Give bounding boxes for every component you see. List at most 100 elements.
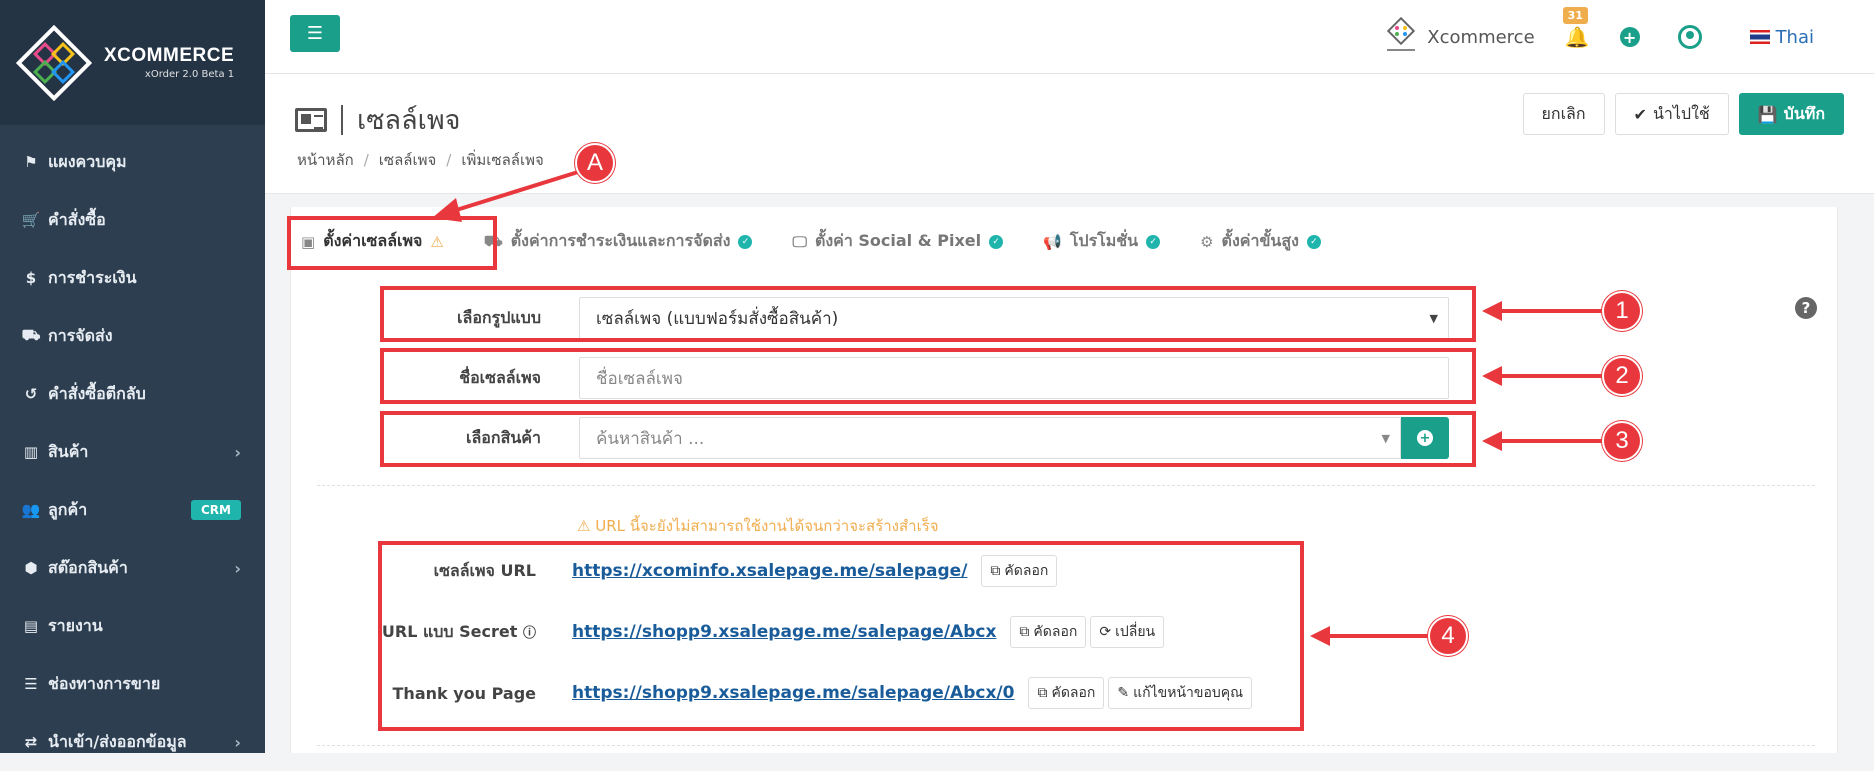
tab-label: โปรโมชั่น: [1069, 231, 1139, 250]
divider: [317, 745, 1815, 746]
add-circle-button[interactable]: +: [1619, 27, 1640, 47]
annotation-label-3: 3: [1602, 421, 1642, 461]
tab-label: ตั้งค่าขั้นสูง: [1221, 231, 1299, 250]
sidebar-item-products[interactable]: ▥ สินค้า ›: [0, 423, 265, 481]
check-circle-icon: ✓: [1306, 234, 1321, 249]
sidebar-item-label: ลูกค้า: [48, 499, 88, 519]
annotation-arrow-1: [1482, 301, 1608, 321]
sidebar-menu: ⚑ แผงควบคุม 🛒 คำสั่งซื้อ $ การชำระเงิน ⛟ การ…: [0, 133, 265, 771]
sidebar-toggle-button[interactable]: ☰: [290, 15, 340, 52]
sidebar-item-label: สินค้า: [48, 441, 89, 461]
annotation-label-2: 2: [1602, 356, 1642, 396]
brand-version: xOrder 2.0 Beta 1: [144, 69, 235, 80]
bell-icon: 🔔: [1564, 25, 1590, 49]
sidebar-item-label: นำเข้า/ส่งออกข้อมูล: [48, 731, 187, 751]
annotation-arrow-a: [432, 170, 579, 222]
language-selector[interactable]: Thai: [1749, 26, 1814, 48]
sidebar-item-orders[interactable]: 🛒 คำสั่งซื้อ: [0, 191, 265, 249]
exchange-icon: ⇄: [24, 733, 38, 751]
tab-label: ตั้งค่าการชำระเงินและการจัดส่ง: [510, 231, 731, 250]
tab-promotion[interactable]: 📢 โปรโมชั่น ✓: [1043, 229, 1161, 254]
sidebar-item-label: การชำระเงิน: [48, 267, 137, 287]
thai-flag-icon: [1749, 30, 1770, 44]
list-icon: ☰: [24, 675, 38, 693]
shop-switcher[interactable]: Xcommerce: [1383, 17, 1535, 57]
truck-icon: ⛟: [21, 326, 41, 344]
sidebar-item-reports[interactable]: ▤ รายงาน: [0, 597, 265, 655]
shop-logo-icon: [1387, 17, 1416, 51]
megaphone-icon: 📢: [1043, 232, 1062, 251]
divider: [317, 485, 1815, 486]
sidebar-item-channels[interactable]: ☰ ช่องทางการขาย: [0, 655, 265, 713]
sidebar-item-label: ช่องทางการขาย: [48, 673, 161, 693]
annotation-label-a: A: [575, 143, 615, 183]
chevron-right-icon: ›: [234, 732, 241, 752]
crm-badge: CRM: [191, 500, 241, 520]
user-profile-icon[interactable]: [1677, 25, 1702, 49]
sidebar-item-import-export[interactable]: ⇄ นำเข้า/ส่งออกข้อมูล ›: [0, 713, 265, 771]
annotation-box-2: [380, 348, 1476, 404]
check-icon: ✔: [1633, 104, 1647, 124]
title-separator: [341, 104, 343, 135]
language-label: Thai: [1775, 26, 1814, 48]
apply-button[interactable]: ✔ นำไปใช้: [1614, 93, 1729, 135]
breadcrumb-home[interactable]: หน้าหลัก: [297, 151, 354, 169]
tab-label: ตั้งค่า Social & Pixel: [814, 231, 982, 250]
cubes-icon: ⬢: [24, 559, 38, 577]
menu-icon: ☰: [306, 23, 324, 44]
chevron-right-icon: ›: [234, 558, 241, 578]
monitor-icon: 🖵: [792, 232, 807, 251]
warning-icon: ⚠: [577, 517, 591, 535]
apply-label: นำไปใช้: [1652, 103, 1710, 123]
sidebar-item-label: แผงควบคุม: [48, 151, 127, 171]
sidebar-item-shipping[interactable]: ⛟ การจัดส่ง: [0, 307, 265, 365]
annotation-arrow-3: [1482, 431, 1608, 451]
annotation-box-3: [380, 411, 1476, 467]
annotation-arrow-2: [1482, 366, 1608, 386]
plus-icon: +: [1622, 27, 1637, 47]
sidebar-item-label: คำสั่งซื้อ: [48, 209, 106, 229]
tab-payment-shipping[interactable]: ⛟ ตั้งค่าการชำระเงินและการจัดส่ง ✓: [484, 229, 753, 254]
sidebar-item-stock[interactable]: ⬢ สต๊อกสินค้า ›: [0, 539, 265, 597]
annotation-box-4: [378, 541, 1304, 731]
dollar-icon: $: [25, 269, 37, 287]
page-title: เซลล์เพจ: [357, 105, 461, 136]
check-circle-icon: ✓: [989, 234, 1004, 249]
sidebar-item-returns[interactable]: ↺ คำสั่งซื้อตีกลับ: [0, 365, 265, 423]
sidebar: XCOMMERCE xOrder 2.0 Beta 1 ⚑ แผงควบคุม 🛒…: [0, 0, 265, 753]
notifications-button[interactable]: 🔔 31: [1562, 7, 1590, 49]
undo-icon: ↺: [24, 385, 38, 403]
flag-icon: ⚑: [24, 153, 38, 171]
sidebar-item-label: การจัดส่ง: [48, 325, 113, 345]
annotation-label-4: 4: [1428, 616, 1468, 656]
chevron-right-icon: ›: [234, 442, 241, 462]
floppy-disk-icon: 💾: [1757, 104, 1778, 124]
save-label: บันทึก: [1783, 103, 1825, 123]
xcommerce-logo-icon: [16, 24, 92, 101]
save-button[interactable]: 💾 บันทึก: [1738, 93, 1844, 135]
help-icon[interactable]: ?: [1795, 297, 1817, 319]
brand[interactable]: XCOMMERCE xOrder 2.0 Beta 1: [0, 0, 265, 125]
brand-name: XCOMMERCE: [104, 45, 235, 66]
users-icon: 👥: [21, 501, 41, 519]
url-notice: ⚠ URL นี้จะยังไม่สามารถใช้งานได้จนกว่าจะ…: [577, 514, 939, 538]
barcode-icon: ▥: [23, 443, 39, 461]
sidebar-item-label: คำสั่งซื้อตีกลับ: [48, 383, 146, 403]
notice-text: URL นี้จะยังไม่สามารถใช้งานได้จนกว่าจะสร…: [595, 517, 939, 535]
sidebar-item-customers[interactable]: 👥 ลูกค้า CRM: [0, 481, 265, 539]
annotation-arrow-4: [1310, 626, 1430, 646]
tab-social-pixel[interactable]: 🖵 ตั้งค่า Social & Pixel ✓: [792, 229, 1004, 254]
gear-icon: ⚙: [1200, 232, 1214, 251]
annotation-box-1: [380, 286, 1476, 342]
sidebar-item-label: สต๊อกสินค้า: [48, 557, 128, 577]
shop-name: Xcommerce: [1427, 26, 1535, 48]
cancel-button[interactable]: ยกเลิก: [1522, 93, 1605, 135]
sidebar-item-label: รายงาน: [48, 615, 103, 635]
newspaper-icon: [295, 107, 327, 132]
tab-advanced[interactable]: ⚙ ตั้งค่าขั้นสูง ✓: [1200, 229, 1321, 254]
cart-icon: 🛒: [21, 211, 41, 229]
sidebar-item-dashboard[interactable]: ⚑ แผงควบคุม: [0, 133, 265, 191]
topbar: ☰ Xcommerce 🔔 31 + Thai: [265, 0, 1874, 74]
sidebar-item-payment[interactable]: $ การชำระเงิน: [0, 249, 265, 307]
check-circle-icon: ✓: [1146, 234, 1161, 249]
